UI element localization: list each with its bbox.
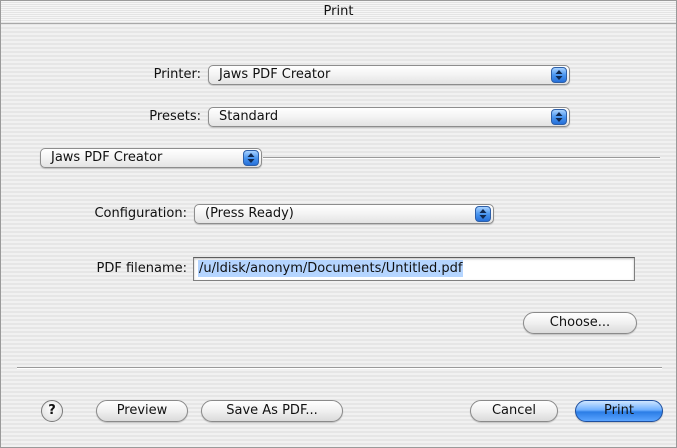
- configuration-popup-value: (Press Ready): [205, 206, 294, 221]
- configuration-label: Configuration:: [94, 206, 187, 221]
- window-title: Print: [323, 4, 354, 19]
- print-button[interactable]: Print: [575, 400, 663, 422]
- title-bar: Print: [1, 1, 676, 24]
- choose-button[interactable]: Choose...: [523, 312, 637, 334]
- printer-label: Printer:: [153, 67, 201, 82]
- pdf-filename-value: /u/ldisk/anonym/Documents/Untitled.pdf: [198, 260, 464, 277]
- presets-label: Presets:: [149, 109, 201, 124]
- bottom-separator: [17, 367, 662, 369]
- printer-popup[interactable]: Jaws PDF Creator: [208, 65, 570, 85]
- updown-arrows-icon: [551, 109, 567, 125]
- updown-arrows-icon: [475, 206, 491, 222]
- pdf-filename-label: PDF filename:: [96, 261, 187, 276]
- panel-popup[interactable]: Jaws PDF Creator: [40, 148, 262, 168]
- presets-popup-value: Standard: [219, 109, 279, 124]
- updown-arrows-icon: [243, 150, 259, 166]
- presets-popup[interactable]: Standard: [208, 107, 570, 127]
- panel-popup-value: Jaws PDF Creator: [51, 150, 163, 165]
- panel-separator: [263, 157, 660, 159]
- preview-button[interactable]: Preview: [96, 400, 188, 422]
- help-icon[interactable]: ?: [41, 400, 63, 422]
- pdf-filename-field[interactable]: /u/ldisk/anonym/Documents/Untitled.pdf: [193, 257, 635, 281]
- print-dialog: Print Printer: Jaws PDF Creator Presets:…: [0, 0, 677, 448]
- cancel-button[interactable]: Cancel: [470, 400, 558, 422]
- save-as-pdf-button[interactable]: Save As PDF...: [201, 400, 343, 422]
- updown-arrows-icon: [551, 67, 567, 83]
- printer-popup-value: Jaws PDF Creator: [219, 67, 331, 82]
- configuration-popup[interactable]: (Press Ready): [194, 204, 494, 224]
